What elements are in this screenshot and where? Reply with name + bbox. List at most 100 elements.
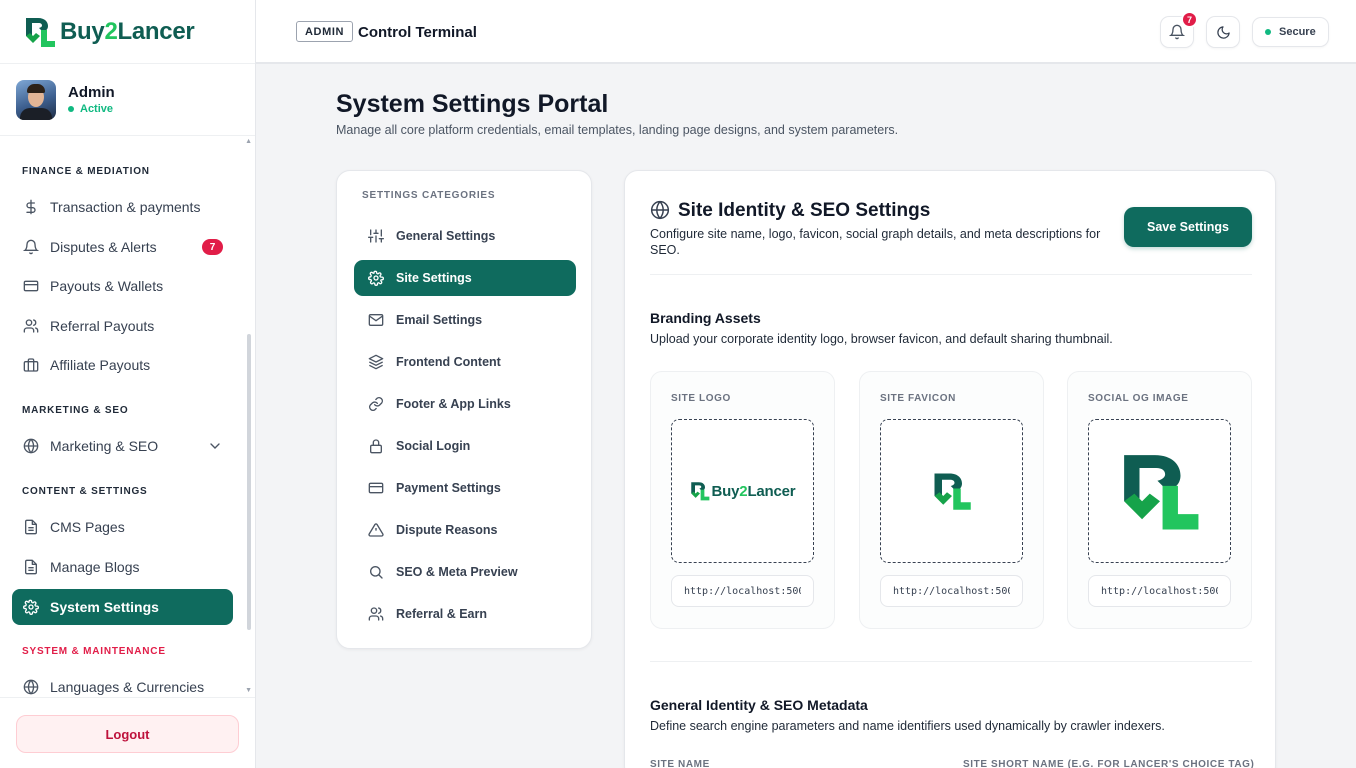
branding-title: Branding Assets	[650, 310, 761, 326]
chevron-down-icon[interactable]	[207, 438, 223, 454]
asset-label: SOCIAL OG IMAGE	[1088, 393, 1189, 404]
section-content: CONTENT & SETTINGS	[22, 486, 148, 497]
section-system: SYSTEM & MAINTENANCE	[22, 646, 166, 657]
layers-icon	[367, 354, 384, 371]
scroll-down-arrow[interactable]: ▼	[245, 687, 252, 694]
tab-payment-settings[interactable]: Payment Settings	[354, 470, 576, 506]
asset-label: SITE FAVICON	[880, 393, 956, 404]
gear-icon	[367, 270, 384, 287]
briefcase-icon	[22, 356, 40, 374]
identity-description: Define search engine parameters and name…	[650, 719, 1165, 733]
save-settings-button[interactable]: Save Settings	[1124, 207, 1252, 247]
dollar-icon	[22, 198, 40, 216]
sidebar-item-marketing-seo[interactable]: Marketing & SEO	[12, 428, 233, 464]
sidebar-item-referral-payouts[interactable]: Referral Payouts	[12, 308, 233, 344]
lock-icon	[367, 438, 384, 455]
globe-icon	[22, 437, 40, 455]
og-image-preview	[1123, 455, 1198, 530]
card-description: Configure site name, logo, favicon, soci…	[650, 227, 1101, 257]
site-logo-url-input[interactable]	[671, 575, 814, 607]
sliders-icon	[367, 228, 384, 245]
site-favicon-dropzone[interactable]	[880, 419, 1023, 563]
tab-general-settings[interactable]: General Settings	[354, 218, 576, 254]
og-image-url-input[interactable]	[1088, 575, 1231, 607]
og-image-dropzone[interactable]	[1088, 419, 1231, 563]
favicon-preview	[934, 473, 971, 510]
alert-triangle-icon	[367, 522, 384, 539]
brand-logo[interactable]: Buy2Lancer	[0, 0, 255, 64]
disputes-badge: 7	[202, 239, 223, 255]
brand-mark-icon	[26, 17, 55, 47]
globe-icon	[22, 678, 40, 696]
settings-categories-panel: SETTINGS CATEGORIES General Settings Sit…	[336, 170, 592, 649]
card-icon	[22, 277, 40, 295]
file-icon	[22, 518, 40, 536]
user-status: Active	[68, 103, 115, 115]
terminal-title: Control Terminal	[358, 24, 477, 41]
mail-icon	[367, 312, 384, 329]
page-title: System Settings Portal	[336, 90, 609, 118]
users-icon	[367, 606, 384, 623]
logout-button[interactable]: Logout	[16, 715, 239, 753]
site-short-name-label: SITE SHORT NAME (E.G. FOR LANCER'S CHOIC…	[963, 759, 1255, 768]
sidebar-scrollbar[interactable]	[247, 334, 251, 630]
site-settings-card: Site Identity & SEO Settings Configure s…	[624, 170, 1276, 768]
asset-social-og-image: SOCIAL OG IMAGE	[1067, 371, 1252, 629]
sidebar-item-disputes[interactable]: Disputes & Alerts 7	[12, 229, 233, 265]
divider	[650, 661, 1252, 662]
bell-icon	[1169, 24, 1185, 40]
tab-dispute-reasons[interactable]: Dispute Reasons	[354, 512, 576, 548]
brand-name: Buy2Lancer	[60, 17, 195, 45]
sidebar-item-affiliate-payouts[interactable]: Affiliate Payouts	[12, 347, 233, 383]
search-icon	[367, 564, 384, 581]
tab-social-login[interactable]: Social Login	[354, 428, 576, 464]
sidebar-item-payouts[interactable]: Payouts & Wallets	[12, 268, 233, 304]
divider	[650, 274, 1252, 275]
file-icon	[22, 558, 40, 576]
sidebar: Buy2Lancer Admin Active FINANCE & MEDIAT…	[0, 0, 256, 768]
section-marketing: MARKETING & SEO	[22, 405, 129, 416]
sidebar-nav: FINANCE & MEDIATION Transaction & paymen…	[0, 136, 255, 696]
secure-status: Secure	[1252, 17, 1329, 47]
sidebar-item-transactions[interactable]: Transaction & payments	[12, 189, 233, 225]
site-name-label: SITE NAME	[650, 759, 710, 768]
user-profile[interactable]: Admin Active	[0, 64, 255, 136]
site-favicon-url-input[interactable]	[880, 575, 1023, 607]
site-logo-dropzone[interactable]: Buy2Lancer	[671, 419, 814, 563]
tab-referral-earn[interactable]: Referral & Earn	[354, 596, 576, 632]
users-icon	[22, 317, 40, 335]
tab-footer-app-links[interactable]: Footer & App Links	[354, 386, 576, 422]
link-icon	[367, 396, 384, 413]
branding-description: Upload your corporate identity logo, bro…	[650, 332, 1113, 346]
avatar	[16, 79, 56, 120]
categories-header: SETTINGS CATEGORIES	[362, 190, 496, 201]
moon-icon	[1216, 25, 1230, 39]
notification-badge: 7	[1181, 11, 1198, 28]
sidebar-item-system-settings[interactable]: System Settings	[12, 589, 233, 625]
tab-site-settings[interactable]: Site Settings	[354, 260, 576, 296]
page-subtitle: Manage all core platform credentials, em…	[336, 123, 899, 137]
section-finance: FINANCE & MEDIATION	[22, 166, 150, 177]
asset-site-favicon: SITE FAVICON	[859, 371, 1044, 629]
globe-icon	[650, 200, 670, 220]
card-title: Site Identity & SEO Settings	[678, 200, 931, 221]
bell-icon	[22, 238, 40, 256]
topbar: ADMIN Control Terminal 7 Secure	[256, 0, 1356, 64]
identity-title: General Identity & SEO Metadata	[650, 697, 868, 713]
sidebar-item-languages[interactable]: Languages & Currencies	[12, 669, 233, 696]
theme-toggle-button[interactable]	[1206, 16, 1240, 48]
tab-email-settings[interactable]: Email Settings	[354, 302, 576, 338]
sidebar-item-cms-pages[interactable]: CMS Pages	[12, 509, 233, 545]
scroll-up-arrow[interactable]: ▲	[245, 138, 252, 145]
card-icon	[367, 480, 384, 497]
asset-label: SITE LOGO	[671, 393, 731, 404]
tab-seo-meta-preview[interactable]: SEO & Meta Preview	[354, 554, 576, 590]
gear-icon	[22, 598, 40, 616]
asset-site-logo: SITE LOGO Buy2Lancer	[650, 371, 835, 629]
notifications-button[interactable]: 7	[1160, 11, 1198, 48]
user-name: Admin	[68, 84, 115, 101]
logout-area: Logout	[0, 697, 255, 768]
admin-tag: ADMIN	[296, 21, 354, 42]
sidebar-item-manage-blogs[interactable]: Manage Blogs	[12, 549, 233, 585]
tab-frontend-content[interactable]: Frontend Content	[354, 344, 576, 380]
